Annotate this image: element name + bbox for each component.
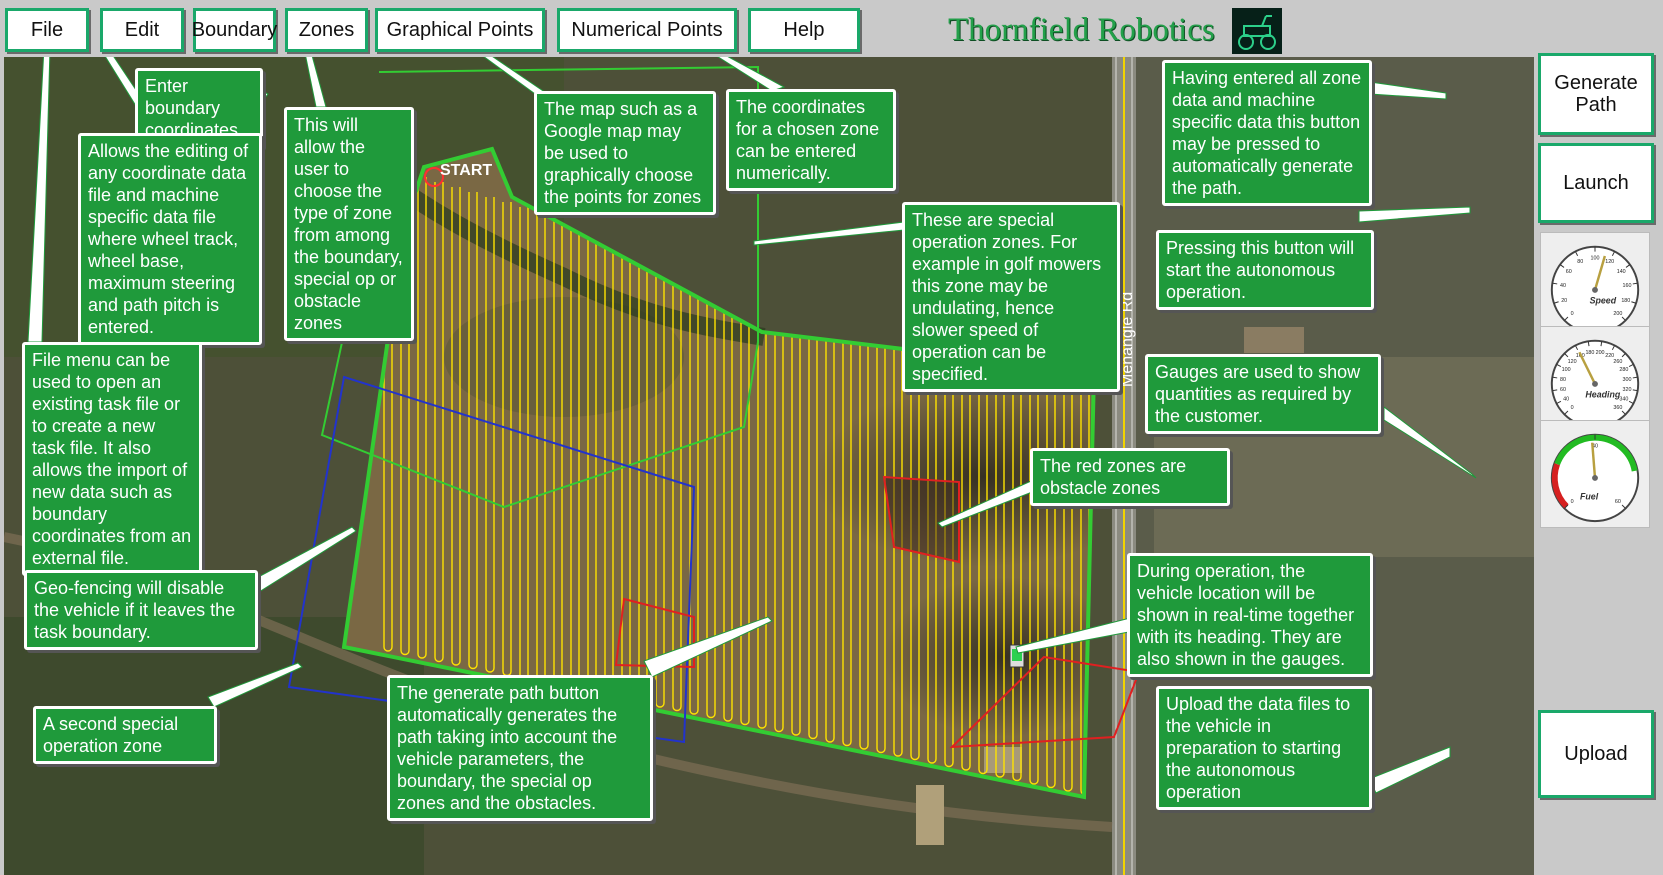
gauge-tick-label: 180 bbox=[1621, 298, 1630, 304]
menu-boundary[interactable]: Boundary bbox=[192, 8, 277, 52]
callout-gauges: Gauges are used to show quantities as re… bbox=[1145, 354, 1381, 434]
menu-numerical-points[interactable]: Numerical Points bbox=[557, 8, 737, 52]
speed-gauge: 0 20 40 60 80 100 120 140 160 180 200 Speed bbox=[1540, 232, 1650, 340]
gauge-tick-label: 0 bbox=[1571, 499, 1574, 505]
menu-graphical-points[interactable]: Graphical Points bbox=[375, 8, 545, 52]
gauge-tick-label: 320 bbox=[1623, 387, 1632, 393]
gauge-tick-label: 60 bbox=[1560, 387, 1566, 393]
callout-file: File menu can be used to open an existin… bbox=[22, 342, 202, 576]
gauge-tick-label: 60 bbox=[1566, 269, 1572, 275]
fuel-gauge: 0 40 60 Fuel bbox=[1540, 420, 1650, 528]
callout-numerical-points: The coordinates for a chosen zone can be… bbox=[726, 89, 896, 191]
heading-gauge: 0406080100120160180200220260280300320340… bbox=[1540, 326, 1650, 434]
callout-vehicle: During operation, the vehicle location w… bbox=[1127, 553, 1373, 677]
gauge-label: Speed bbox=[1590, 296, 1617, 306]
gauge-tick-label: 40 bbox=[1563, 397, 1569, 403]
gauge-tick-label: 100 bbox=[1591, 256, 1600, 262]
gauge-tick-label: 200 bbox=[1596, 350, 1605, 356]
callout-upload: Upload the data files to the vehicle in … bbox=[1156, 686, 1372, 810]
gauge-tick-label: 40 bbox=[1560, 283, 1566, 289]
gauge-tick-label: 0 bbox=[1571, 405, 1574, 411]
gauge-label: Heading bbox=[1585, 390, 1620, 400]
menu-help[interactable]: Help bbox=[748, 8, 860, 52]
callout-special-zones: These are special operation zones. For e… bbox=[902, 202, 1120, 392]
callout-generate-path: Having entered all zone data and machine… bbox=[1162, 60, 1372, 206]
gauge-tick-label: 20 bbox=[1561, 298, 1567, 304]
gauge-tick-label: 160 bbox=[1623, 283, 1632, 289]
start-label: START bbox=[440, 162, 492, 179]
callout-launch: Pressing this button will start the auto… bbox=[1156, 230, 1374, 310]
callout-zones: This will allow the user to choose the t… bbox=[284, 107, 414, 341]
gauge-tick-label: 80 bbox=[1560, 377, 1566, 383]
callout-obstacle: The red zones are obstacle zones bbox=[1030, 448, 1230, 506]
gauge-hub bbox=[1592, 474, 1598, 481]
generate-path-button[interactable]: Generate Path bbox=[1538, 53, 1654, 135]
gauge-tick-label: 180 bbox=[1585, 350, 1594, 356]
gauge-tick-label: 120 bbox=[1568, 359, 1577, 365]
gauge-tick-label: 360 bbox=[1613, 405, 1622, 411]
menu-file[interactable]: File bbox=[5, 8, 89, 52]
callout-geofence: Geo-fencing will disable the vehicle if … bbox=[24, 570, 258, 650]
menu-edit[interactable]: Edit bbox=[100, 8, 184, 52]
callout-second-zone: A second special operation zone bbox=[33, 706, 217, 764]
launch-button[interactable]: Launch bbox=[1538, 143, 1654, 223]
gauge-hub bbox=[1592, 380, 1598, 387]
gauge-label: Fuel bbox=[1580, 492, 1599, 502]
gauge-tick-label: 260 bbox=[1613, 359, 1622, 365]
gauge-tick-label: 300 bbox=[1623, 377, 1632, 383]
gauge-tick-label: 200 bbox=[1613, 311, 1622, 317]
gauge-hub bbox=[1592, 286, 1598, 293]
callout-graphical-points: The map such as a Google map may be used… bbox=[534, 91, 716, 215]
gauge-tick-label: 60 bbox=[1615, 499, 1621, 505]
gauge-tick-label: 340 bbox=[1619, 397, 1628, 403]
gauge-tick-label: 280 bbox=[1619, 367, 1628, 373]
road-label: Menangle Rd bbox=[1119, 292, 1136, 387]
brand-title: Thornfield Robotics bbox=[948, 12, 1215, 48]
robot-logo-icon bbox=[1232, 8, 1282, 54]
menu-zones[interactable]: Zones bbox=[285, 8, 368, 52]
callout-generate-explain: The generate path button automatically g… bbox=[387, 675, 653, 821]
gauge-tick-label: 100 bbox=[1562, 367, 1571, 373]
upload-button[interactable]: Upload bbox=[1538, 710, 1654, 798]
gauge-tick-label: 140 bbox=[1617, 269, 1626, 275]
gauge-tick-label: 80 bbox=[1577, 259, 1583, 265]
gauge-tick-label: 0 bbox=[1571, 311, 1574, 317]
callout-edit: Allows the editing of any coordinate dat… bbox=[78, 133, 262, 345]
gauge-tick-label: 120 bbox=[1605, 259, 1614, 265]
